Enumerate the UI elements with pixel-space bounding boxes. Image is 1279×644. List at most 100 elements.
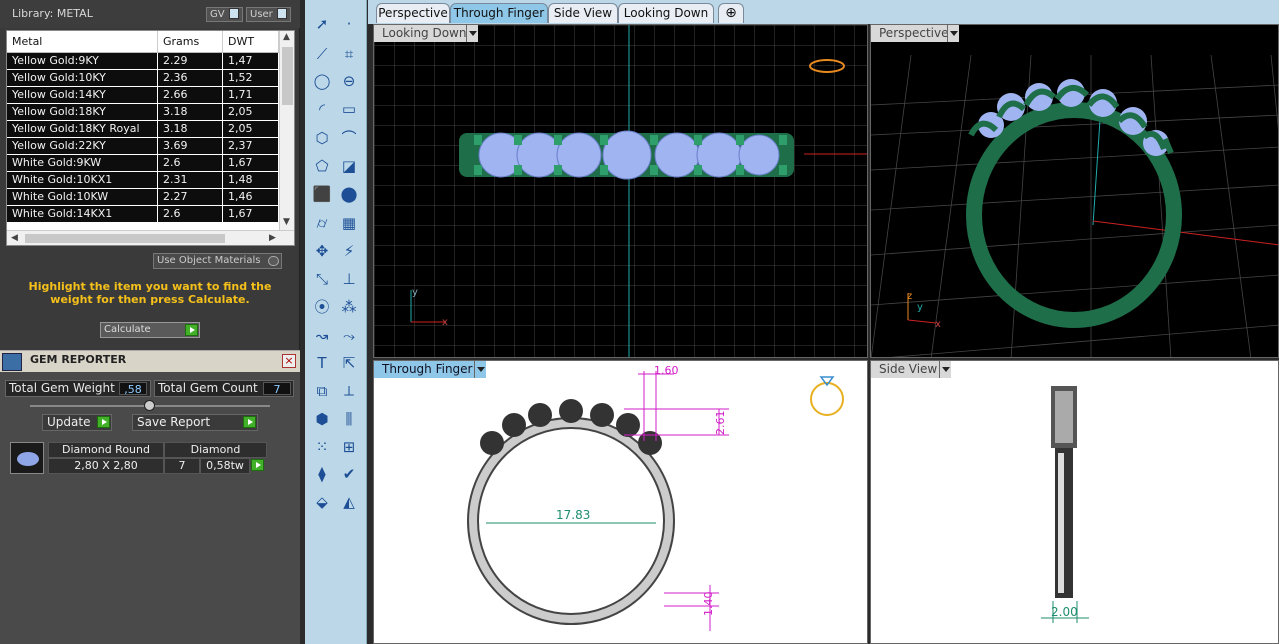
table-row[interactable]: Yellow Gold:9KY 2.29 1,47 xyxy=(7,53,279,70)
table-row[interactable]: Yellow Gold:10KY 2.36 1,52 xyxy=(7,70,279,87)
circle-icon[interactable]: ◯ xyxy=(311,70,333,92)
snap-icon[interactable]: ⊞ xyxy=(338,436,360,458)
play-icon[interactable] xyxy=(251,459,264,471)
surface-icon[interactable]: ⬠ xyxy=(311,155,333,177)
move-icon[interactable]: ⤡ xyxy=(311,268,333,290)
viewport-through-finger[interactable]: 1.60 2.61 1.40 17.83 Through Finger xyxy=(373,360,868,644)
viewport-looking-down[interactable]: y x Looking Down xyxy=(373,24,868,358)
curve-points-icon[interactable]: ⤳ xyxy=(338,325,360,347)
viewport-perspective[interactable]: z y x Perspective xyxy=(870,24,1279,358)
viewport-menu-looking-down[interactable]: Looking Down xyxy=(374,25,478,42)
explode-icon[interactable]: ⁂ xyxy=(338,296,360,318)
table-row[interactable]: White Gold:9KW 2.6 1,67 xyxy=(7,155,279,172)
y-axis-label: y xyxy=(412,287,418,298)
gem-list-item[interactable]: Diamond Round Diamond 2,80 X 2,80 7 0,58… xyxy=(8,440,267,476)
box-icon[interactable]: ⬛ xyxy=(311,183,333,205)
use-object-materials-toggle[interactable]: Use Object Materials xyxy=(153,253,282,269)
total-gem-weight-field: Total Gem Weight ,58 xyxy=(5,380,151,397)
viewport-menu-perspective[interactable]: Perspective xyxy=(871,25,959,42)
gem-shape: Diamond Round xyxy=(48,442,164,458)
viewport-side-view[interactable]: 2.00 Side View xyxy=(870,360,1279,644)
vertical-scroll-thumb[interactable] xyxy=(282,47,293,105)
curve-icon[interactable]: ↝ xyxy=(311,325,333,347)
arc-icon[interactable]: ◜ xyxy=(311,98,333,120)
scroll-up-icon[interactable]: ▲ xyxy=(283,32,290,42)
mesh-icon[interactable]: ▦ xyxy=(338,212,360,234)
viewport-menu-side-view[interactable]: Side View xyxy=(871,361,951,378)
play-icon[interactable] xyxy=(243,416,256,428)
user-checkbox[interactable] xyxy=(276,8,287,19)
chevron-down-icon[interactable] xyxy=(939,361,951,378)
cylinder-icon[interactable]: ⌭ xyxy=(311,212,333,234)
scale-icon[interactable]: ⇱ xyxy=(338,352,360,374)
table-row[interactable]: Yellow Gold:18KY Royal 3.18 2,05 xyxy=(7,121,279,138)
update-button[interactable]: Update xyxy=(42,414,112,431)
select-arrow-icon[interactable]: ➚ xyxy=(311,13,333,35)
table-row[interactable]: White Gold:10KW 2.27 1,46 xyxy=(7,189,279,206)
metal-table-vertical-scrollbar[interactable]: ▲ ▼ xyxy=(279,31,294,231)
table-row[interactable]: Yellow Gold:14KY 2.66 1,71 xyxy=(7,87,279,104)
transform-icon[interactable]: ✥ xyxy=(311,240,333,262)
polygon-icon[interactable]: ⬡ xyxy=(311,127,333,149)
metal-table-horizontal-scrollbar[interactable]: ◀ ▶ xyxy=(7,230,294,245)
close-icon[interactable]: × xyxy=(282,354,296,368)
total-gem-count-label: Total Gem Count xyxy=(158,381,258,395)
check-icon[interactable]: ✔ xyxy=(338,463,360,485)
render-icon[interactable]: ⬙ xyxy=(311,491,333,513)
play-icon[interactable] xyxy=(97,416,110,428)
save-report-button[interactable]: Save Report xyxy=(132,414,258,431)
tab-through-finger[interactable]: Through Finger xyxy=(450,3,548,23)
chevron-down-icon[interactable] xyxy=(466,25,478,42)
control-points-icon[interactable]: ⌗ xyxy=(338,43,360,65)
report-slider[interactable] xyxy=(30,400,270,411)
group-icon[interactable]: ⦿ xyxy=(311,296,333,318)
bend-icon[interactable]: ⧫ xyxy=(311,463,333,485)
total-gem-count-field: Total Gem Count 7 xyxy=(154,380,294,397)
chevron-down-icon[interactable] xyxy=(947,25,959,42)
horizontal-scroll-thumb[interactable] xyxy=(25,234,225,243)
calculate-button[interactable]: Calculate xyxy=(100,322,200,338)
table-row[interactable]: White Gold:14KX1 2.6 1,67 xyxy=(7,206,279,223)
split-icon[interactable]: ⊥ xyxy=(338,268,360,290)
column-header-dwt[interactable]: DWT xyxy=(223,31,279,52)
measure-icon[interactable]: ⟂ xyxy=(338,380,360,402)
gv-checkbox[interactable] xyxy=(228,8,239,19)
tab-looking-down[interactable]: Looking Down xyxy=(618,3,714,23)
distribute-icon[interactable]: ⫼ xyxy=(338,408,360,430)
text-icon[interactable]: T xyxy=(311,352,333,374)
solid-icon[interactable]: ⬢ xyxy=(311,408,333,430)
scroll-down-icon[interactable]: ▼ xyxy=(283,217,290,227)
tab-perspective[interactable]: Perspective xyxy=(376,3,450,23)
calculate-label: Calculate xyxy=(104,324,151,335)
grid-icon[interactable]: ⁙ xyxy=(311,436,333,458)
scroll-right-icon[interactable]: ▶ xyxy=(269,233,276,243)
use-object-materials-radio[interactable] xyxy=(268,256,279,266)
sphere-icon[interactable]: ⬤ xyxy=(338,183,360,205)
ellipse-icon[interactable]: ⊖ xyxy=(338,70,360,92)
rectangle-icon[interactable]: ▭ xyxy=(338,98,360,120)
scroll-left-icon[interactable]: ◀ xyxy=(11,233,18,243)
user-toggle[interactable]: User xyxy=(246,7,291,22)
gv-toggle[interactable]: GV xyxy=(206,7,243,22)
point-icon[interactable]: · xyxy=(338,13,360,35)
table-row[interactable]: Yellow Gold:18KY 3.18 2,05 xyxy=(7,104,279,121)
column-header-metal[interactable]: Metal xyxy=(7,31,158,52)
material-icon[interactable]: ◭ xyxy=(338,491,360,513)
table-row[interactable]: White Gold:10KX1 2.31 1,48 xyxy=(7,172,279,189)
extrude-surface-icon[interactable]: ◪ xyxy=(338,155,360,177)
array-icon[interactable]: ⧉ xyxy=(311,380,333,402)
fillet-icon[interactable]: ⌒ xyxy=(338,127,360,149)
view-tab-bar: Perspective Through Finger Side View Loo… xyxy=(368,0,1279,24)
metal-dwt: 2,37 xyxy=(223,138,279,154)
viewport-menu-through-finger[interactable]: Through Finger xyxy=(374,361,486,378)
play-icon[interactable] xyxy=(185,324,198,336)
column-header-grams[interactable]: Grams xyxy=(158,31,223,52)
boolean-icon[interactable]: ⚡ xyxy=(338,240,360,262)
slider-handle[interactable] xyxy=(144,400,155,411)
add-tab-icon[interactable]: ⊕ xyxy=(718,3,744,23)
polyline-icon[interactable]: ⟋ xyxy=(311,43,333,65)
metal-grams: 2.27 xyxy=(158,189,223,205)
chevron-down-icon[interactable] xyxy=(474,361,486,378)
tab-side-view[interactable]: Side View xyxy=(548,3,618,23)
table-row[interactable]: Yellow Gold:22KY 3.69 2,37 xyxy=(7,138,279,155)
